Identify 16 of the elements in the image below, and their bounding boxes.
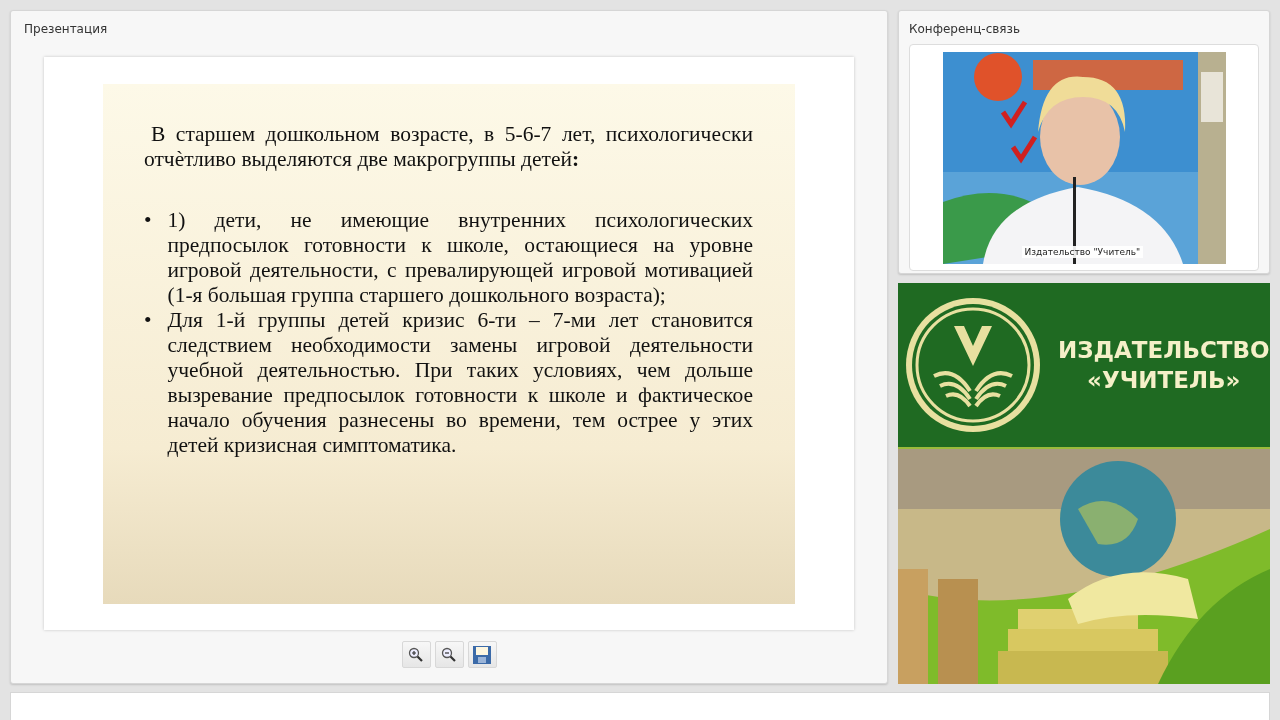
- slide-bullet: Для 1-й группы детей кризис 6-ти – 7-ми лет становится следствием необходимости замены игровой деятельности учебной деятельностью. При таких условиях, чем дольше вызревание предпосылок готовности к школе и фактическое начало обучения разнесены во времени, тем острее у этих детей кризисная симптоматика.: [167, 307, 753, 458]
- bullet-marker: •: [144, 307, 152, 334]
- zoom-in-button[interactable]: [401, 641, 431, 668]
- zoom-out-button[interactable]: [434, 641, 464, 668]
- panel-title: Конференц-связь: [909, 21, 1022, 38]
- banner-title: «УЧИТЕЛЬ»: [1087, 366, 1241, 395]
- slide-bullet: 1) дети, не имеющие внутренних психологических предпосылок готовности к школе, остающиеся на уровне игровой деятельности, с превалирующей игровой мотивацией (1-я большая группа старшего дошкольного возраста);: [167, 207, 753, 308]
- save-button[interactable]: [467, 641, 497, 668]
- zoom-out-icon: [441, 646, 457, 663]
- save-icon: [472, 644, 492, 665]
- bullet-marker: •: [144, 207, 152, 234]
- panel-title: Презентация: [23, 21, 109, 38]
- slide-paragraph: В старшем дошкольном возрасте, в 5-6-7 лет, психологически отчѐтливо выделяются две макрогруппы детей:: [144, 121, 753, 172]
- banner-title: ИЗДАТЕЛЬСТВО: [1058, 336, 1270, 365]
- zoom-in-icon: [408, 646, 424, 663]
- logo-icon: [904, 296, 1042, 434]
